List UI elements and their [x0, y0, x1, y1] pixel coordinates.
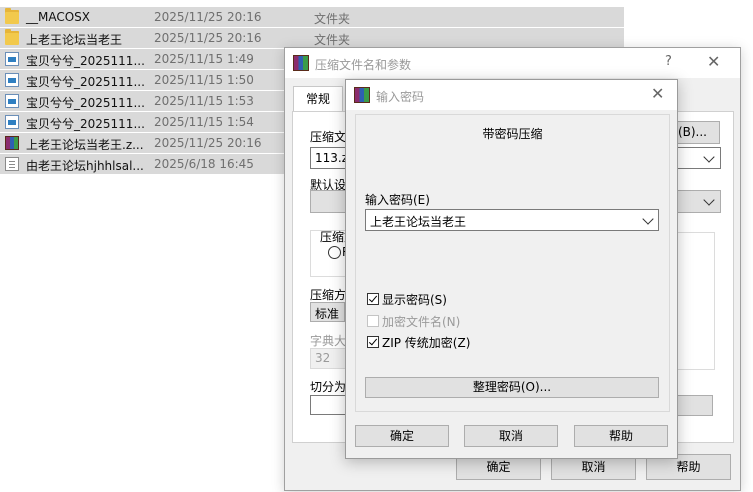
dictionary-label: 字典大 [310, 334, 347, 348]
zip-legacy-encryption-checkbox[interactable] [367, 336, 379, 348]
show-password-label: 显示密码(S) [382, 293, 447, 307]
file-name: 宝贝兮兮_2025111... [26, 117, 145, 131]
close-icon[interactable]: ✕ [707, 52, 720, 71]
folder-icon [5, 8, 19, 24]
zip-legacy-encryption-label: ZIP 传统加密(Z) [382, 336, 471, 350]
dialog-titlebar[interactable]: 压缩文件名和参数 ? ✕ [285, 48, 740, 78]
file-name: 上老王论坛当老王.z... [26, 138, 144, 152]
method-label: 压缩方 [310, 288, 347, 302]
list-item[interactable]: __MACOSX 2025/11/25 20:16 文件夹 [0, 7, 624, 27]
tab-general[interactable]: 常规 [293, 86, 343, 113]
file-name: 宝贝兮兮_2025111... [26, 75, 145, 89]
help-icon[interactable]: ? [665, 54, 672, 69]
html-file-icon [5, 52, 19, 66]
password-label: 输入密码(E) [365, 193, 430, 207]
archive-name-label: 压缩文 [310, 130, 347, 144]
html-file-icon [5, 115, 19, 129]
password-dialog: 输入密码 ✕ 带密码压缩 输入密码(E) 上老王论坛当老王 显示密码(S) 加密… [345, 79, 678, 459]
password-panel: 带密码压缩 输入密码(E) 上老王论坛当老王 显示密码(S) 加密文件名(N) … [355, 114, 670, 412]
file-date: 2025/11/15 1:50 [154, 73, 254, 87]
file-date: 2025/11/15 1:49 [154, 52, 254, 66]
dialog-title: 输入密码 [376, 90, 425, 104]
show-password-checkbox[interactable] [367, 293, 379, 305]
file-name: 宝贝兮兮_2025111... [26, 54, 145, 68]
file-name: 由老王论坛hjhhlsal... [26, 159, 144, 173]
password-input[interactable]: 上老王论坛当老王 [365, 209, 659, 231]
method-select[interactable]: 标准 [310, 302, 345, 322]
file-date: 2025/11/25 20:16 [154, 136, 262, 150]
organize-passwords-button[interactable]: 整理密码(O)... [365, 377, 659, 398]
split-size-field[interactable] [310, 395, 346, 415]
list-item[interactable]: 上老王论坛当老王 2025/11/25 20:16 文件夹 [0, 28, 624, 48]
text-file-icon [5, 157, 19, 171]
html-file-icon [5, 94, 19, 108]
file-type: 文件夹 [314, 12, 351, 26]
winrar-icon [293, 55, 309, 71]
file-date: 2025/11/15 1:53 [154, 94, 254, 108]
file-date: 2025/6/18 16:45 [154, 157, 254, 171]
encrypt-filenames-label: 加密文件名(N) [382, 315, 461, 329]
file-name: 宝贝兮兮_2025111... [26, 96, 145, 110]
chevron-down-icon [703, 194, 715, 206]
file-date: 2025/11/25 20:16 [154, 31, 262, 45]
file-type: 文件夹 [314, 33, 351, 47]
archive-icon [5, 136, 19, 150]
encrypt-filenames-checkbox [367, 315, 379, 327]
radio-rar[interactable] [328, 246, 341, 259]
winrar-icon [354, 87, 370, 103]
html-file-icon [5, 73, 19, 87]
file-date: 2025/11/25 20:16 [154, 10, 262, 24]
ok-button[interactable]: 确定 [355, 425, 449, 447]
file-name: __MACOSX [26, 10, 91, 24]
close-icon[interactable]: ✕ [651, 84, 664, 103]
chevron-down-icon [703, 151, 715, 163]
dictionary-select: 32 [310, 348, 347, 369]
file-name: 上老王论坛当老王 [26, 33, 123, 47]
chevron-down-icon [642, 213, 654, 225]
split-label: 切分为 [310, 380, 347, 394]
help-button[interactable]: 帮助 [574, 425, 668, 447]
dialog-titlebar[interactable]: 输入密码 ✕ [346, 80, 677, 110]
file-date: 2025/11/15 1:54 [154, 115, 254, 129]
cancel-button[interactable]: 取消 [464, 425, 558, 447]
folder-icon [5, 29, 19, 45]
dialog-title: 压缩文件名和参数 [315, 58, 412, 72]
panel-heading: 带密码压缩 [482, 127, 543, 141]
